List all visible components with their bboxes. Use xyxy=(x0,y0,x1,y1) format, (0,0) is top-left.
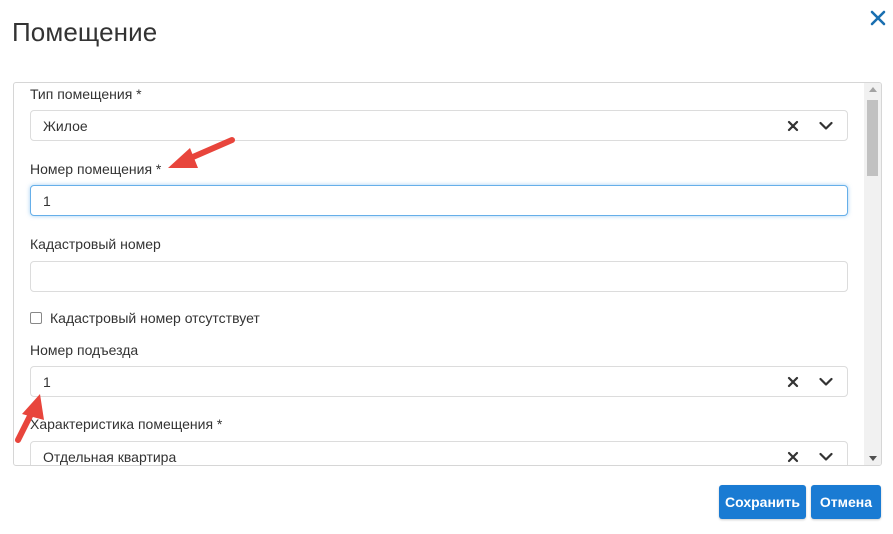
clear-x-icon[interactable] xyxy=(787,120,799,132)
entrance-number-label: Номер подъезда xyxy=(30,342,139,358)
cadastral-missing-checkbox[interactable] xyxy=(30,312,42,324)
room-number-label: Номер помещения * xyxy=(30,161,162,177)
cadastral-number-input[interactable] xyxy=(30,261,848,292)
chevron-down-icon[interactable] xyxy=(819,121,833,131)
scroll-down-arrow-icon[interactable] xyxy=(869,456,877,461)
chevron-down-icon[interactable] xyxy=(819,452,833,462)
room-type-select[interactable]: Жилое xyxy=(30,110,848,141)
save-button[interactable]: Сохранить xyxy=(719,485,806,519)
close-button[interactable] xyxy=(864,4,892,32)
scroll-thumb[interactable] xyxy=(867,100,878,176)
room-number-value: 1 xyxy=(43,193,51,209)
room-characteristic-label: Характеристика помещения * xyxy=(30,416,223,432)
room-number-input[interactable]: 1 xyxy=(30,185,848,216)
form-scroll-area[interactable]: Тип помещения * Жилое Номер помещения * … xyxy=(13,82,882,466)
clear-x-icon[interactable] xyxy=(787,376,799,388)
close-icon xyxy=(870,10,886,26)
entrance-number-select[interactable]: 1 xyxy=(30,366,848,397)
chevron-down-icon[interactable] xyxy=(819,377,833,387)
entrance-number-value: 1 xyxy=(43,374,51,390)
cancel-button[interactable]: Отмена xyxy=(811,485,881,519)
room-type-label: Тип помещения * xyxy=(30,86,142,102)
clear-x-icon[interactable] xyxy=(787,451,799,463)
modal-title: Помещение xyxy=(12,17,158,47)
room-characteristic-value: Отдельная квартира xyxy=(43,449,177,465)
vertical-scrollbar[interactable] xyxy=(864,83,881,465)
room-type-value: Жилое xyxy=(43,118,88,134)
cadastral-number-label: Кадастровый номер xyxy=(30,236,161,252)
room-characteristic-select[interactable]: Отдельная квартира xyxy=(30,441,848,465)
cadastral-missing-label[interactable]: Кадастровый номер отсутствует xyxy=(50,310,260,326)
scroll-up-arrow-icon[interactable] xyxy=(869,87,877,92)
form-body: Тип помещения * Жилое Номер помещения * … xyxy=(14,83,864,465)
